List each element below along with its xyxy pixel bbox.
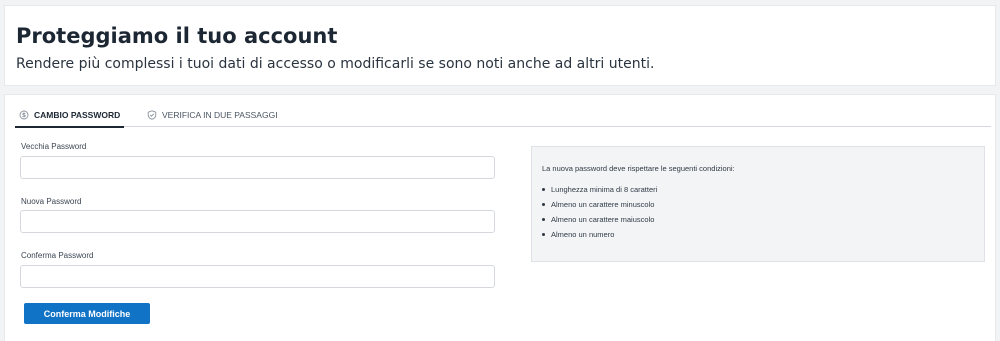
tab-verifica-due-passaggi[interactable]: VERIFICA IN DUE PASSAGGI bbox=[143, 103, 282, 127]
header-card: Proteggiamo il tuo account Rendere più c… bbox=[4, 5, 996, 86]
coin-icon: $ bbox=[19, 110, 29, 120]
main-card: $ CAMBIO PASSWORD VERIFICA IN DUE PASSAG… bbox=[4, 94, 996, 341]
shield-check-icon bbox=[147, 110, 157, 120]
new-password-input[interactable] bbox=[20, 210, 495, 233]
rules-intro: La nuova password deve rispettare le seg… bbox=[542, 164, 735, 173]
rule-text: Lunghezza minima di 8 caratteri bbox=[551, 185, 658, 194]
svg-text:$: $ bbox=[22, 112, 26, 119]
tab-label: VERIFICA IN DUE PASSAGGI bbox=[162, 110, 278, 120]
list-item: Almeno un carattere minuscolo bbox=[542, 197, 657, 212]
rule-text: Almeno un numero bbox=[551, 230, 615, 239]
bullet-icon bbox=[542, 203, 545, 206]
page-subtitle: Rendere più complessi i tuoi dati di acc… bbox=[16, 56, 655, 72]
old-password-label: Vecchia Password bbox=[21, 142, 87, 151]
tab-bar: $ CAMBIO PASSWORD VERIFICA IN DUE PASSAG… bbox=[15, 103, 991, 128]
list-item: Lunghezza minima di 8 caratteri bbox=[542, 182, 657, 197]
tab-cambio-password[interactable]: $ CAMBIO PASSWORD bbox=[15, 103, 125, 128]
bullet-icon bbox=[542, 218, 545, 221]
confirm-password-label: Conferma Password bbox=[21, 251, 94, 260]
rule-text: Almeno un carattere minuscolo bbox=[551, 200, 655, 209]
rules-list: Lunghezza minima di 8 caratteri Almeno u… bbox=[542, 182, 657, 242]
new-password-label: Nuova Password bbox=[21, 197, 82, 206]
password-rules-box: La nuova password deve rispettare le seg… bbox=[531, 146, 985, 262]
confirm-password-input[interactable] bbox=[20, 265, 495, 288]
confirm-changes-button[interactable]: Conferma Modifiche bbox=[24, 303, 150, 324]
tab-label: CAMBIO PASSWORD bbox=[34, 109, 121, 120]
rule-text: Almeno un carattere maiuscolo bbox=[551, 215, 655, 224]
page-title: Proteggiamo il tuo account bbox=[16, 24, 338, 48]
old-password-input[interactable] bbox=[20, 156, 495, 179]
bullet-icon bbox=[542, 188, 545, 191]
list-item: Almeno un carattere maiuscolo bbox=[542, 212, 657, 227]
bullet-icon bbox=[542, 233, 545, 236]
list-item: Almeno un numero bbox=[542, 227, 657, 242]
